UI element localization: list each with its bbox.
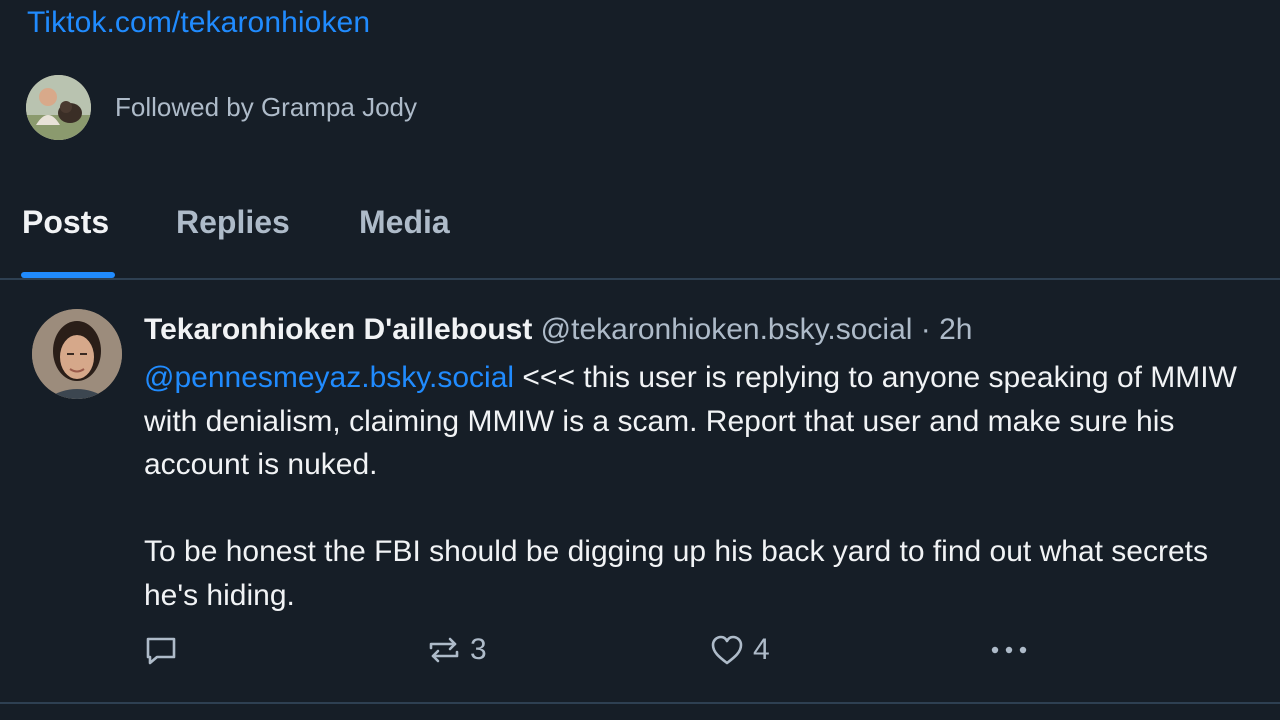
author-handle[interactable]: @tekaronhioken.bsky.social bbox=[541, 313, 913, 346]
followed-by-text: Followed by Grampa Jody bbox=[115, 92, 418, 122]
like-button[interactable]: 4 bbox=[709, 632, 770, 668]
header-separator: · bbox=[912, 313, 940, 346]
profile-page: Tiktok.com/tekaronhioken Followed by Gra… bbox=[0, 0, 1280, 720]
tab-media[interactable]: Media bbox=[359, 204, 450, 241]
like-count: 4 bbox=[753, 633, 770, 666]
tab-replies[interactable]: Replies bbox=[176, 204, 290, 241]
followed-by-row[interactable]: Followed by Grampa Jody bbox=[26, 75, 417, 140]
follower-avatar[interactable] bbox=[26, 75, 91, 140]
active-tab-indicator bbox=[21, 272, 115, 278]
heart-icon bbox=[709, 632, 745, 668]
repost-button[interactable]: 3 bbox=[426, 632, 487, 668]
profile-tabs: Posts Replies Media bbox=[0, 190, 1280, 280]
post-header: Tekaronhioken D'ailleboust @tekaronhioke… bbox=[144, 310, 972, 350]
more-options-button[interactable] bbox=[989, 632, 1029, 668]
reply-bubble-icon bbox=[143, 632, 179, 668]
mention-link[interactable]: @pennesmeyaz.bsky.social bbox=[144, 361, 514, 394]
tab-posts[interactable]: Posts bbox=[22, 204, 109, 241]
post-timestamp[interactable]: 2h bbox=[939, 313, 972, 346]
repost-count: 3 bbox=[470, 633, 487, 666]
profile-bio-link[interactable]: Tiktok.com/tekaronhioken bbox=[27, 6, 370, 40]
post-actions: 3 4 bbox=[0, 632, 1280, 676]
repost-icon bbox=[426, 632, 462, 668]
post-text-part2: To be honest the FBI should be digging u… bbox=[144, 535, 1208, 612]
more-dots-icon bbox=[989, 632, 1029, 668]
post-card[interactable]: Tekaronhioken D'ailleboust @tekaronhioke… bbox=[0, 282, 1280, 704]
author-avatar[interactable] bbox=[32, 309, 122, 399]
post-paragraph: @pennesmeyaz.bsky.social <<< this user i… bbox=[144, 356, 1264, 487]
reply-button[interactable] bbox=[143, 632, 187, 668]
author-name[interactable]: Tekaronhioken D'ailleboust bbox=[144, 313, 532, 346]
post-text: @pennesmeyaz.bsky.social <<< this user i… bbox=[144, 356, 1264, 617]
